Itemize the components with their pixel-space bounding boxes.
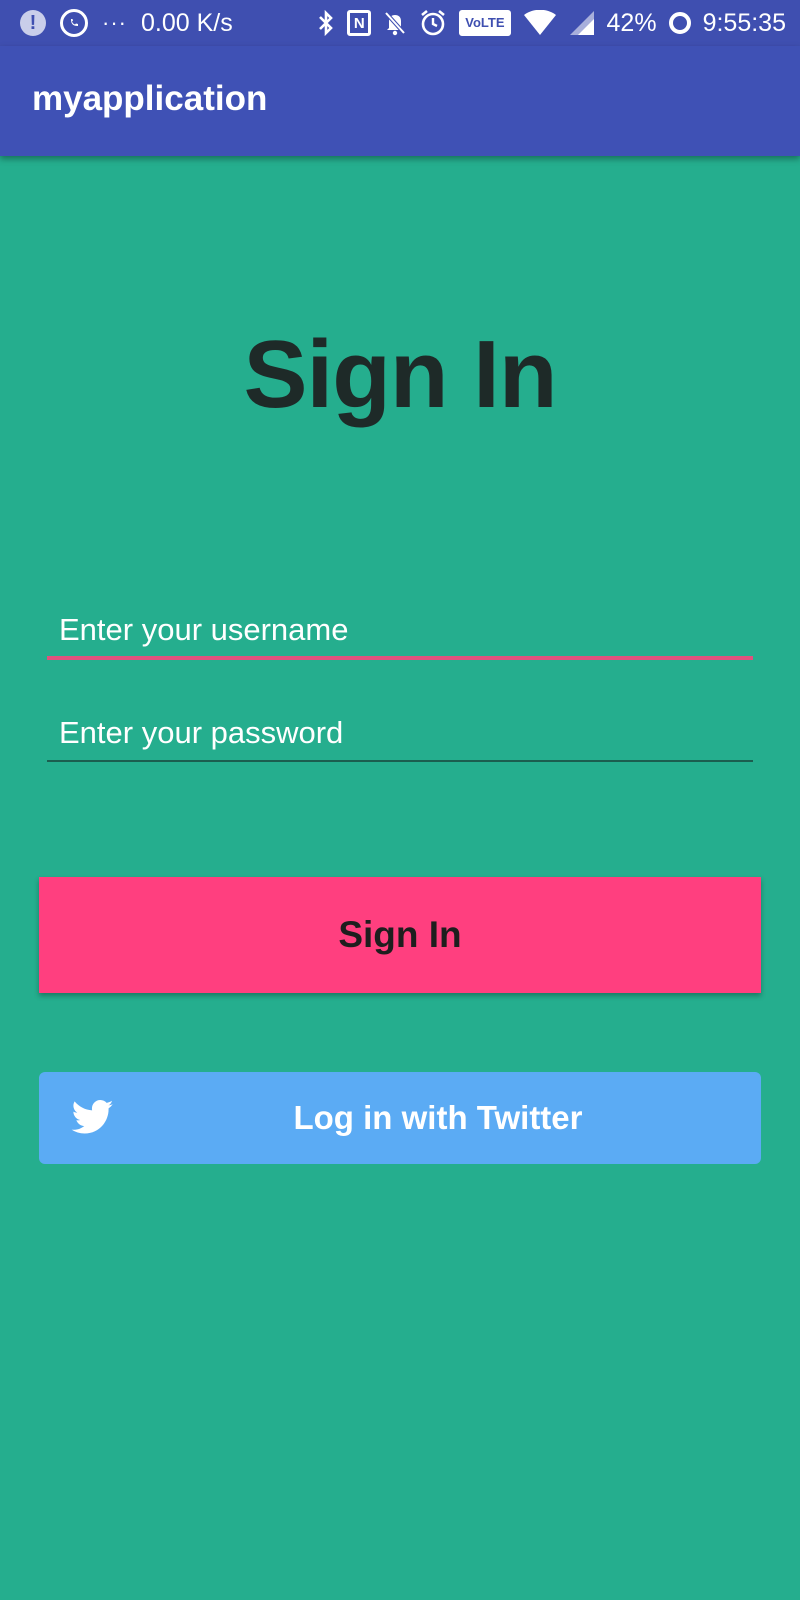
alert-circle-icon: !: [20, 10, 46, 36]
notifications-off-icon: [383, 10, 407, 36]
page-title: Sign In: [243, 321, 558, 428]
battery-percent: 42%: [606, 8, 657, 37]
twitter-login-button[interactable]: Log in with Twitter: [39, 1072, 761, 1164]
wifi-icon: [523, 10, 557, 36]
more-notifications-icon: ···: [102, 10, 127, 35]
app-title: myapplication: [32, 79, 268, 118]
status-bar: ! ··· 0.00 K/s N VoLTE 42% 9:55:35: [0, 0, 800, 46]
password-input[interactable]: [47, 706, 753, 760]
cellular-signal-icon: [569, 10, 595, 36]
alarm-icon: [419, 9, 447, 37]
clock: 9:55:35: [702, 8, 786, 37]
nfc-icon: N: [347, 10, 372, 36]
app-bar: myapplication: [0, 46, 800, 156]
username-field: [47, 604, 753, 660]
password-field: [47, 706, 753, 762]
sign-in-button[interactable]: Sign In: [39, 877, 761, 993]
twitter-login-label: Log in with Twitter: [293, 1099, 583, 1136]
bluetooth-icon: [317, 9, 335, 37]
status-bar-right: N VoLTE 42% 9:55:35: [317, 9, 786, 38]
username-input[interactable]: [47, 604, 753, 656]
whatsapp-icon: [60, 9, 88, 37]
network-speed: 0.00 K/s: [140, 8, 233, 37]
battery-icon: [668, 12, 691, 34]
volte-icon: VoLTE: [459, 10, 511, 36]
status-bar-left: ! ··· 0.00 K/s: [20, 9, 233, 38]
